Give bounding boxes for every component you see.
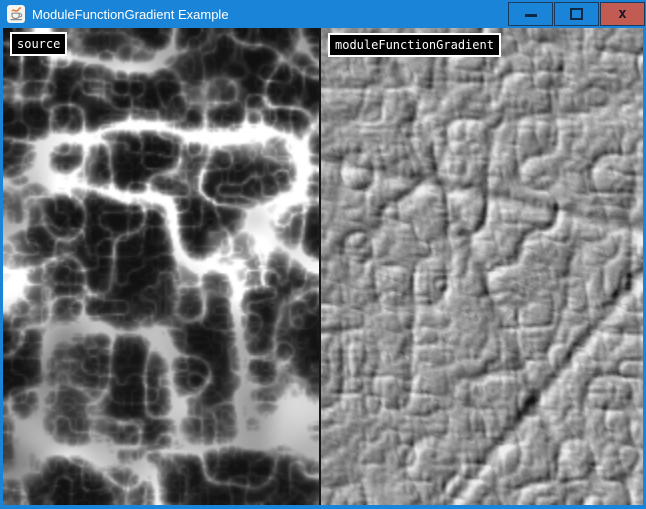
window-controls: x bbox=[507, 2, 645, 26]
window-title: ModuleFunctionGradient Example bbox=[32, 7, 229, 22]
content-area: source moduleFunctionGradient bbox=[3, 28, 643, 505]
minimize-icon bbox=[525, 14, 537, 17]
maximize-button[interactable] bbox=[554, 2, 599, 26]
titlebar[interactable]: ModuleFunctionGradient Example x bbox=[0, 0, 646, 28]
source-panel: source bbox=[3, 28, 319, 505]
source-noise-image bbox=[3, 28, 319, 505]
java-app-icon[interactable] bbox=[7, 5, 25, 23]
gradient-panel: moduleFunctionGradient bbox=[321, 28, 643, 505]
close-button[interactable]: x bbox=[600, 2, 645, 26]
close-icon: x bbox=[618, 7, 626, 21]
app-window: ModuleFunctionGradient Example x source … bbox=[0, 0, 646, 509]
source-label: source bbox=[10, 32, 67, 56]
gradient-noise-image bbox=[321, 28, 643, 505]
minimize-button[interactable] bbox=[508, 2, 553, 26]
maximize-icon bbox=[570, 8, 583, 20]
gradient-label: moduleFunctionGradient bbox=[328, 33, 501, 57]
